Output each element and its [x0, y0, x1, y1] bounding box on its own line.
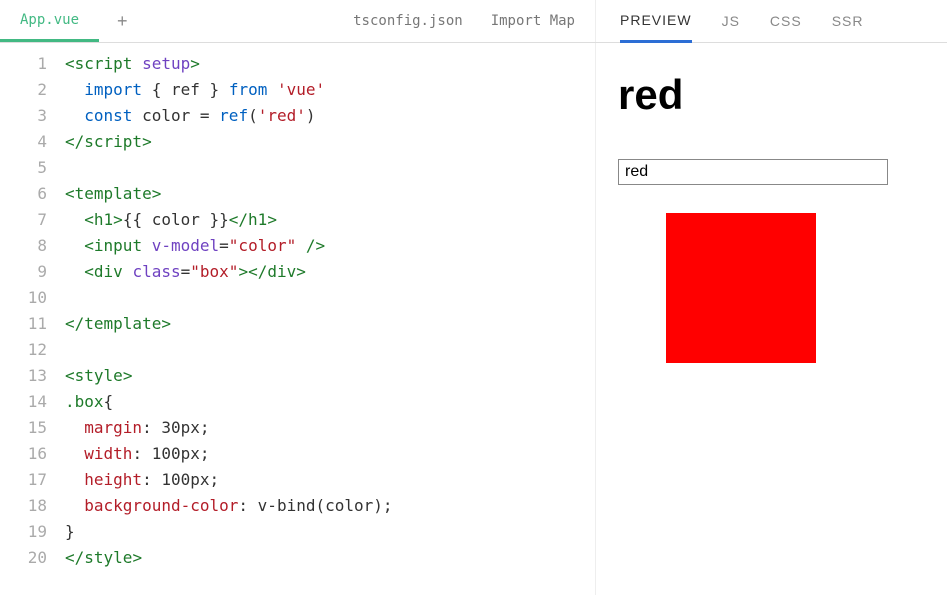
- code-line: const color = ref('red'): [65, 103, 595, 129]
- code-line: </script>: [65, 129, 595, 155]
- code-line: [65, 337, 595, 363]
- code-line: <input v-model="color" />: [65, 233, 595, 259]
- line-num: 5: [0, 155, 65, 181]
- preview-pane: red: [596, 43, 947, 595]
- line-num: 15: [0, 415, 65, 441]
- code-line: [65, 155, 595, 181]
- code-line: import { ref } from 'vue': [65, 77, 595, 103]
- line-num: 18: [0, 493, 65, 519]
- preview-heading: red: [618, 71, 925, 119]
- code-line: </template>: [65, 311, 595, 337]
- add-tab-button[interactable]: +: [99, 11, 146, 32]
- line-num: 8: [0, 233, 65, 259]
- line-num: 14: [0, 389, 65, 415]
- tab-app-vue[interactable]: App.vue: [0, 0, 99, 42]
- tab-js[interactable]: JS: [722, 13, 740, 29]
- line-num: 10: [0, 285, 65, 311]
- code-body[interactable]: <script setup> import { ref } from 'vue'…: [65, 43, 595, 595]
- line-num: 9: [0, 259, 65, 285]
- code-line: </style>: [65, 545, 595, 571]
- line-num: 3: [0, 103, 65, 129]
- line-num: 6: [0, 181, 65, 207]
- color-input[interactable]: [618, 159, 888, 185]
- editor-tabs: App.vue + tsconfig.json Import Map: [0, 0, 596, 42]
- line-num: 17: [0, 467, 65, 493]
- line-num: 7: [0, 207, 65, 233]
- code-line: background-color: v-bind(color);: [65, 493, 595, 519]
- code-line: <div class="box"></div>: [65, 259, 595, 285]
- link-import-map[interactable]: Import Map: [491, 13, 575, 29]
- line-num: 20: [0, 545, 65, 571]
- tab-ssr[interactable]: SSR: [832, 13, 864, 29]
- line-num: 4: [0, 129, 65, 155]
- line-gutter: 1 2 3 4 5 6 7 8 9 10 11 12 13 14 15 16 1…: [0, 43, 65, 595]
- code-editor[interactable]: 1 2 3 4 5 6 7 8 9 10 11 12 13 14 15 16 1…: [0, 43, 596, 595]
- content: 1 2 3 4 5 6 7 8 9 10 11 12 13 14 15 16 1…: [0, 43, 947, 595]
- output-tabs: PREVIEW JS CSS SSR: [596, 0, 864, 42]
- line-num: 1: [0, 51, 65, 77]
- code-line: height: 100px;: [65, 467, 595, 493]
- code-line: <script setup>: [65, 51, 595, 77]
- line-num: 12: [0, 337, 65, 363]
- code-line: margin: 30px;: [65, 415, 595, 441]
- code-line: width: 100px;: [65, 441, 595, 467]
- code-line: .box{: [65, 389, 595, 415]
- header-links: tsconfig.json Import Map: [353, 13, 575, 29]
- code-line: <h1>{{ color }}</h1>: [65, 207, 595, 233]
- line-num: 11: [0, 311, 65, 337]
- code-line: <style>: [65, 363, 595, 389]
- top-bar: App.vue + tsconfig.json Import Map PREVI…: [0, 0, 947, 43]
- color-box: [666, 213, 816, 363]
- code-line: <template>: [65, 181, 595, 207]
- code-line: [65, 285, 595, 311]
- tab-css[interactable]: CSS: [770, 13, 802, 29]
- line-num: 19: [0, 519, 65, 545]
- line-num: 16: [0, 441, 65, 467]
- tab-preview[interactable]: PREVIEW: [620, 0, 692, 43]
- line-num: 13: [0, 363, 65, 389]
- line-num: 2: [0, 77, 65, 103]
- code-line: }: [65, 519, 595, 545]
- link-tsconfig[interactable]: tsconfig.json: [353, 13, 463, 29]
